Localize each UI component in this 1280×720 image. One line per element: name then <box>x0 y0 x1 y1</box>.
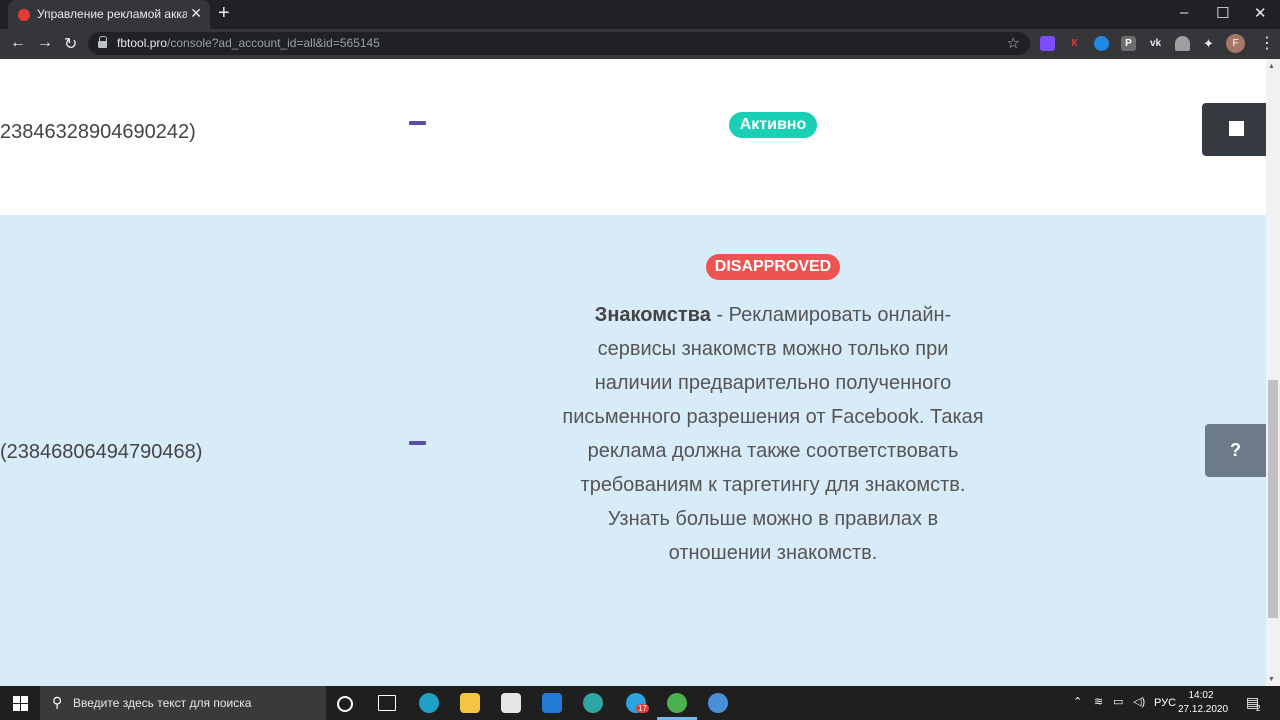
stop-button[interactable] <box>1202 103 1266 156</box>
tray-chevron-icon[interactable]: ⌃ <box>1073 695 1082 708</box>
url-text[interactable]: fbtool.pro/console?ad_account_id=all&id=… <box>117 36 380 50</box>
tab-title: Управление рекламой аккаунта <box>37 7 187 21</box>
stop-square-icon <box>1229 121 1244 136</box>
store-icon[interactable] <box>501 693 521 713</box>
reload-button[interactable]: ↻ <box>64 34 77 54</box>
search-placeholder: Введите здесь текст для поиска <box>73 696 252 710</box>
clock-date: 27.12.2020 <box>1178 704 1229 715</box>
chrome-alt-icon[interactable] <box>708 693 728 713</box>
new-tab-button[interactable]: + <box>218 2 230 25</box>
forward-button[interactable]: → <box>37 34 53 52</box>
lock-icon <box>98 36 107 48</box>
empty-value-dash <box>409 121 426 125</box>
status-badge-active: Активно <box>729 112 817 138</box>
address-bar[interactable]: fbtool.pro/console?ad_account_id=all&id=… <box>88 32 1030 55</box>
extensions-puzzle-icon[interactable]: ✦ <box>1201 36 1216 51</box>
file-explorer-icon[interactable] <box>460 693 480 713</box>
telegram-badge: 17 <box>636 704 649 713</box>
volume-icon[interactable]: ◁) <box>1133 695 1145 708</box>
tab-strip: Управление рекламой аккаунта ✕ + – ☐ ✕ <box>0 0 1280 29</box>
extension-purple-icon[interactable] <box>1040 36 1055 51</box>
help-button[interactable]: ? <box>1205 424 1266 477</box>
chrome-menu-icon[interactable]: ⋮ <box>1259 33 1275 53</box>
scrollbar-thumb[interactable] <box>1268 380 1278 618</box>
taskbar-search[interactable]: ⚲ Введите здесь текст для поиска <box>40 686 326 720</box>
ad-id: 23846328904690242) <box>0 121 196 143</box>
battery-icon[interactable]: ▭ <box>1113 695 1123 708</box>
bookmark-star-icon[interactable]: ☆ <box>1007 34 1020 52</box>
extension-blue-icon[interactable] <box>1094 36 1109 51</box>
minimize-button[interactable]: – <box>1180 4 1188 21</box>
windows-taskbar: ⚲ Введите здесь текст для поиска 17 ⌃ ≋ … <box>0 686 1280 720</box>
ad-id: (23846806494790468) <box>0 441 203 463</box>
reason-text: - Рекламировать онлайн-сервисы знакомств… <box>562 304 984 564</box>
window-close-button[interactable]: ✕ <box>1254 4 1267 22</box>
empty-value-dash <box>409 441 426 445</box>
browser-toolbar: ← → ↻ fbtool.pro/console?ad_account_id=a… <box>0 29 1280 59</box>
status-badge-disapproved: DISAPPROVED <box>706 254 840 280</box>
clock-time: 14:02 <box>1188 690 1214 701</box>
scroll-down-icon[interactable]: ▼ <box>1268 676 1275 683</box>
edge-dev-icon[interactable] <box>583 693 603 713</box>
chrome-icon[interactable] <box>667 693 687 713</box>
maximize-button[interactable]: ☐ <box>1216 4 1229 22</box>
tab-favicon-icon <box>18 9 30 21</box>
network-icon[interactable]: ≋ <box>1094 695 1103 708</box>
rejection-reason: Знакомства - Рекламировать онлайн-сервис… <box>560 298 986 570</box>
windows-start-icon[interactable] <box>13 696 28 711</box>
extension-arc-icon[interactable] <box>1175 36 1190 51</box>
task-view-icon[interactable] <box>378 695 396 711</box>
extension-k-icon[interactable]: К <box>1067 36 1082 51</box>
system-clock[interactable]: 14:02 27.12.2020 <box>1178 689 1229 717</box>
extension-p-icon[interactable]: P <box>1121 36 1136 51</box>
extension-vk-icon[interactable]: vk <box>1148 36 1163 51</box>
mail-icon[interactable] <box>542 693 562 713</box>
tab-close-icon[interactable]: ✕ <box>190 5 202 22</box>
profile-avatar[interactable]: F <box>1226 34 1245 53</box>
edge-icon[interactable] <box>419 693 439 713</box>
search-icon: ⚲ <box>52 694 63 710</box>
back-button[interactable]: ← <box>10 34 26 52</box>
cortana-icon[interactable] <box>337 696 353 712</box>
reason-title: Знакомства <box>594 304 711 326</box>
language-indicator[interactable]: РУС <box>1154 697 1176 709</box>
scroll-up-icon[interactable]: ▲ <box>1268 63 1275 70</box>
browser-tab[interactable]: Управление рекламой аккаунта ✕ <box>8 0 210 29</box>
notifications-count: 2 <box>1256 704 1261 713</box>
